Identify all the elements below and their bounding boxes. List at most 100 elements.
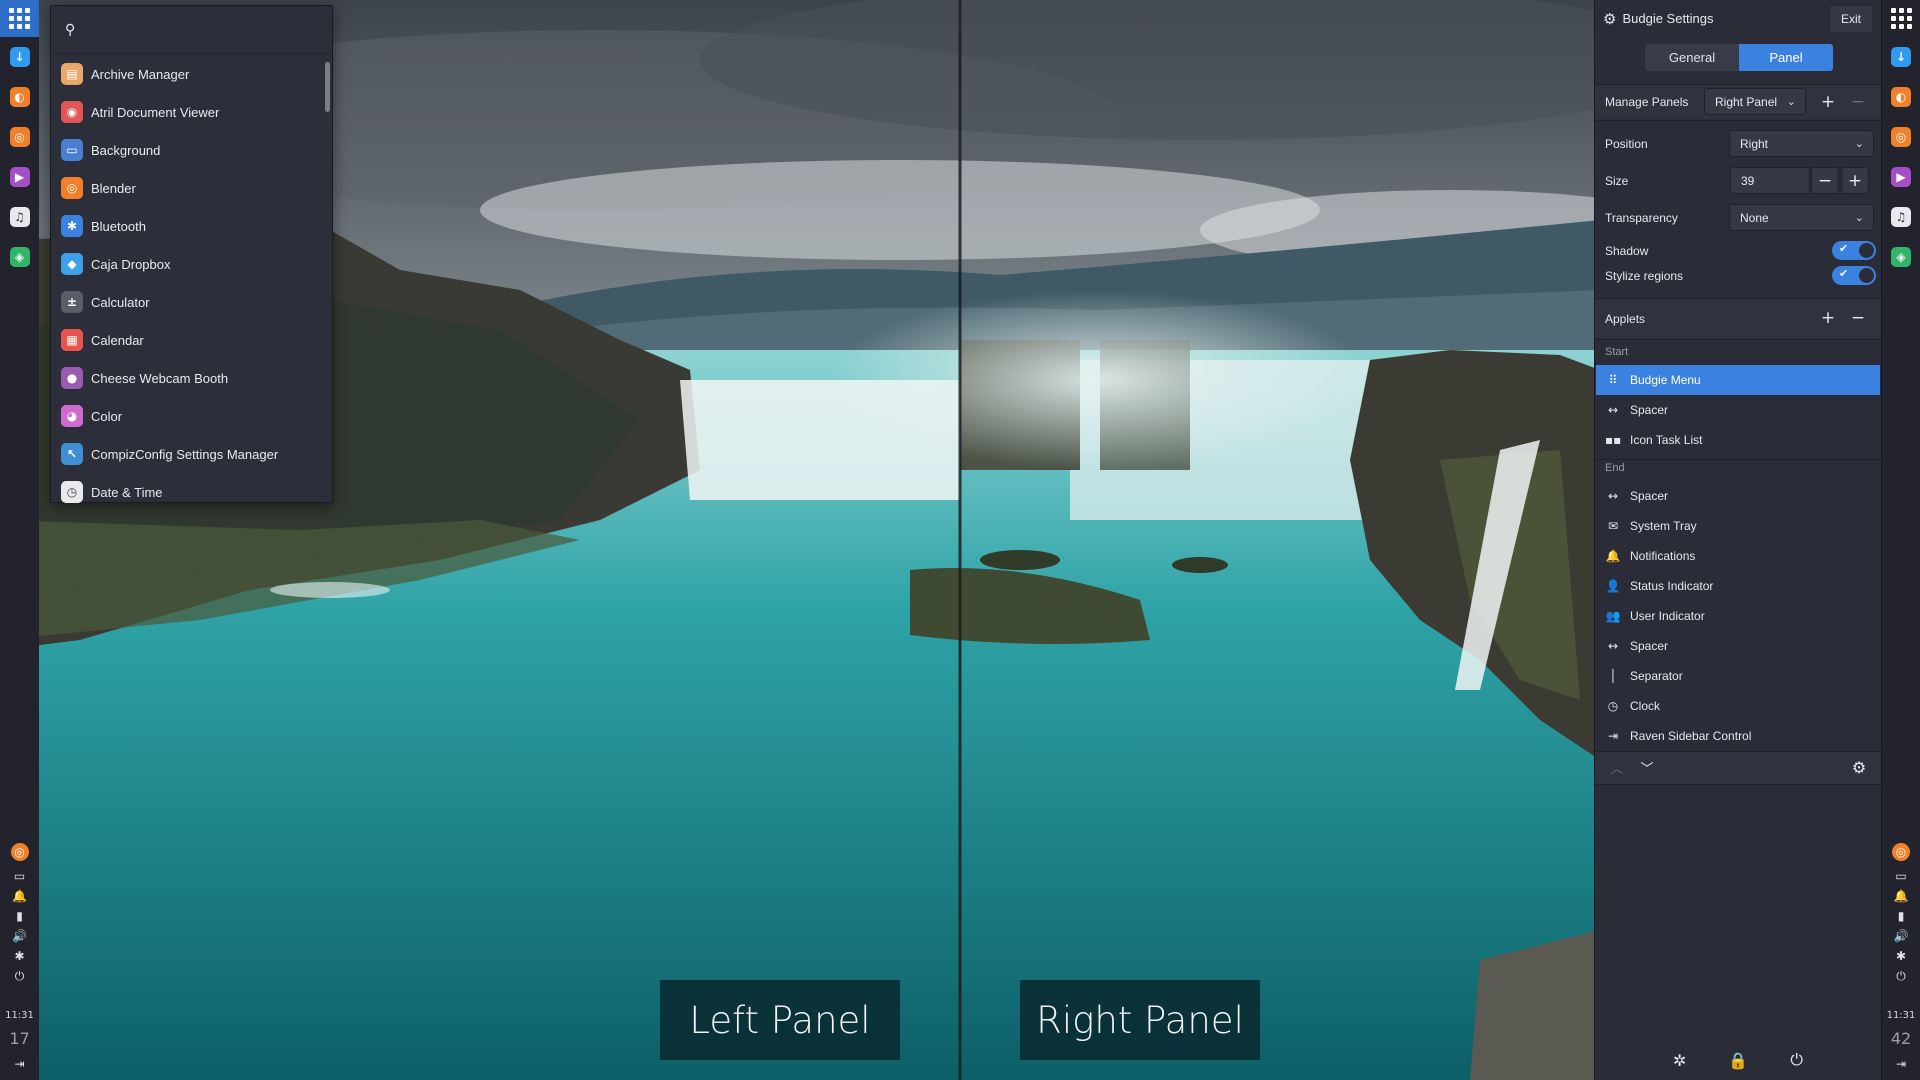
shadow-toggle[interactable]: ✔ — [1832, 241, 1876, 260]
dock-launcher[interactable]: ♫ — [0, 197, 39, 237]
budgie-menu-icon: ⠿ — [1608, 373, 1618, 387]
clock-minutes[interactable]: 42 — [1891, 1029, 1911, 1048]
dock-launcher[interactable]: ▶ — [1882, 157, 1920, 197]
menu-item[interactable]: ◆ Caja Dropbox — [51, 245, 321, 283]
menu-item[interactable]: ▤ Archive Manager — [51, 55, 321, 93]
budgie-menu-button[interactable] — [0, 0, 39, 37]
menu-item[interactable]: ± Calculator — [51, 283, 321, 321]
menu-item[interactable]: ◕ Color — [51, 397, 321, 435]
applet-row[interactable]: ⠿ Budgie Menu — [1596, 365, 1880, 395]
menu-item[interactable]: ✱ Bluetooth — [51, 207, 321, 245]
dock-launcher[interactable]: ◎ — [0, 117, 39, 157]
clock-hours[interactable]: 11:31 — [1887, 1010, 1916, 1021]
notifications-icon[interactable]: 🔔 — [0, 886, 39, 906]
lock-icon[interactable]: 🔒 — [1728, 1051, 1748, 1070]
menu-item[interactable]: ▦ Calendar — [51, 321, 321, 359]
applet-row[interactable]: ⇥ Raven Sidebar Control — [1596, 721, 1880, 751]
dock-launcher[interactable]: ◎ — [1882, 117, 1920, 157]
exit-button[interactable]: Exit — [1829, 5, 1873, 33]
menu-item-label: Calendar — [91, 332, 144, 348]
applet-row[interactable]: ↔ Spacer — [1596, 481, 1880, 511]
power-icon[interactable]: ⏻ — [0, 966, 39, 986]
scrollbar-thumb[interactable] — [325, 62, 330, 112]
applet-row[interactable]: ◷ Clock — [1596, 691, 1880, 721]
manage-panels-select[interactable]: Right Panel ⌄ — [1704, 88, 1806, 115]
blender-tray-icon[interactable]: ◎ — [0, 838, 39, 866]
raven-sidebar-control-icon[interactable]: ⇥ — [0, 1054, 39, 1074]
bluetooth-icon[interactable]: ✱ — [0, 946, 39, 966]
dock-launcher[interactable]: ◈ — [0, 237, 39, 277]
applet-label: Spacer — [1630, 403, 1669, 417]
add-applet-button[interactable]: + — [1814, 304, 1842, 331]
menu-item[interactable]: ◉ Atril Document Viewer — [51, 93, 321, 131]
applet-label: Separator — [1630, 669, 1683, 683]
applet-label: Icon Task List — [1630, 433, 1703, 447]
search-input[interactable] — [85, 14, 332, 45]
raven-sidebar-control-icon[interactable]: ⇥ — [1882, 1054, 1920, 1074]
position-select[interactable]: Right ⌄ — [1729, 130, 1874, 157]
menu-item[interactable]: ◷ Date & Time — [51, 473, 321, 511]
battery-icon[interactable]: ▮ — [1882, 906, 1920, 926]
applet-row[interactable]: 🔔 Notifications — [1596, 541, 1880, 571]
store-icon: ◈ — [1891, 247, 1911, 267]
menu-item[interactable]: ▭ Background — [51, 131, 321, 169]
dock-launcher[interactable]: ▶ — [0, 157, 39, 197]
stylize-regions-toggle[interactable]: ✔ — [1832, 266, 1876, 285]
applet-row[interactable]: │ Separator — [1596, 661, 1880, 691]
size-input[interactable]: 39 — [1730, 167, 1810, 194]
date-time-icon: ◷ — [61, 481, 83, 503]
toggle-knob — [1859, 268, 1874, 283]
chevron-down-icon: ⌄ — [1786, 95, 1796, 108]
remove-panel-button[interactable]: − — [1844, 88, 1872, 115]
tab-panel[interactable]: Panel — [1739, 44, 1833, 71]
volume-icon[interactable]: 🔊 — [0, 926, 39, 946]
applet-label: User Indicator — [1630, 609, 1705, 623]
dock-launcher[interactable]: ♫ — [1882, 197, 1920, 237]
applet-settings-gear-icon[interactable]: ⚙ — [1845, 754, 1873, 781]
applet-row[interactable]: ✉ System Tray — [1596, 511, 1880, 541]
applet-row[interactable]: 👥 User Indicator — [1596, 601, 1880, 631]
dock-launcher[interactable]: ↓ — [0, 37, 39, 77]
menu-scrollbar[interactable] — [323, 58, 330, 498]
size-increase-button[interactable]: + — [1841, 167, 1869, 194]
budgie-menu-popover: ⚲ ▤ Archive Manager ◉ Atril Document Viewer… — [50, 5, 333, 503]
power-icon[interactable]: ⏻ — [1882, 966, 1920, 986]
battery-icon[interactable]: ▮ — [0, 906, 39, 926]
applet-row[interactable]: ↔ Spacer — [1596, 395, 1880, 425]
remove-applet-button[interactable]: − — [1844, 304, 1872, 331]
move-applet-up-button[interactable]: ︿ — [1603, 754, 1631, 781]
blender-tray-icon[interactable]: ◎ — [1882, 838, 1920, 866]
volume-icon[interactable]: 🔊 — [1882, 926, 1920, 946]
dock-launcher[interactable]: ↓ — [1882, 37, 1920, 77]
menu-item[interactable]: ↖ CompizConfig Settings Manager — [51, 435, 321, 473]
add-panel-button[interactable]: + — [1814, 88, 1842, 115]
applet-row[interactable]: ▪▪ Icon Task List — [1596, 425, 1880, 455]
clock-minutes[interactable]: 17 — [9, 1029, 29, 1048]
power-icon[interactable]: ⏻ — [1790, 1050, 1803, 1070]
applet-label: Budgie Menu — [1630, 373, 1701, 387]
notifications-icon[interactable]: 🔔 — [1882, 886, 1920, 906]
gear-icon: ⚙ — [1603, 9, 1617, 28]
budgie-menu-button[interactable] — [1882, 0, 1920, 37]
menu-item[interactable]: ● Cheese Webcam Booth — [51, 359, 321, 397]
move-applet-down-button[interactable]: ﹀ — [1633, 754, 1661, 781]
dock-launcher[interactable]: ◈ — [1882, 237, 1920, 277]
settings-tools-icon[interactable]: ✲ — [1673, 1051, 1686, 1070]
raven-sidebar-control-icon: ⇥ — [1607, 729, 1619, 743]
bluetooth-icon[interactable]: ✱ — [1882, 946, 1920, 966]
dock-launcher[interactable]: ◐ — [1882, 77, 1920, 117]
applet-row[interactable]: ↔ Spacer — [1596, 631, 1880, 661]
separator-icon: │ — [1609, 669, 1617, 683]
size-decrease-button[interactable]: − — [1811, 167, 1839, 194]
app-list: ▤ Archive Manager ◉ Atril Document Viewer ▭ B… — [51, 55, 321, 511]
transparency-select[interactable]: None ⌄ — [1729, 204, 1874, 231]
system-tray-icon: ✉ — [1607, 519, 1619, 533]
media-player-icon: ▶ — [1891, 167, 1911, 187]
display-icon[interactable]: ▭ — [0, 866, 39, 886]
applet-row[interactable]: 👤 Status Indicator — [1596, 571, 1880, 601]
dock-launcher[interactable]: ◐ — [0, 77, 39, 117]
clock-hours[interactable]: 11:31 — [5, 1010, 34, 1021]
tab-general[interactable]: General — [1645, 44, 1739, 71]
menu-item[interactable]: ◎ Blender — [51, 169, 321, 207]
display-icon[interactable]: ▭ — [1882, 866, 1920, 886]
